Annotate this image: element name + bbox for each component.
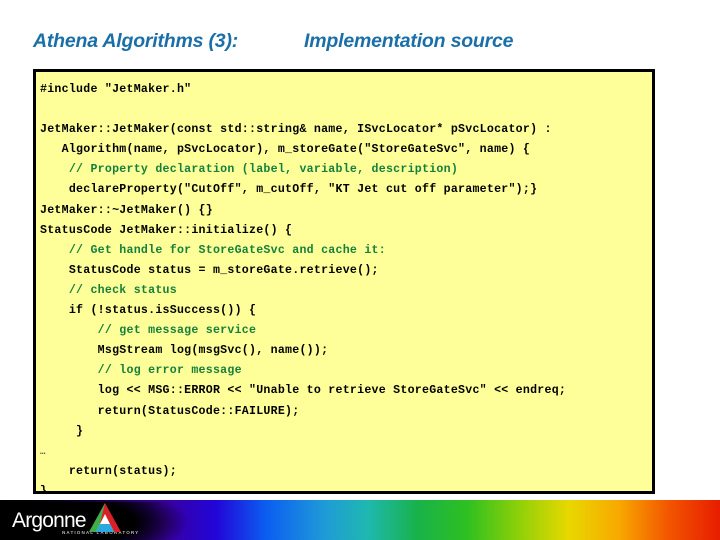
- code-line: log << MSG::ERROR << "Unable to retrieve…: [40, 384, 567, 398]
- footer-gradient-bar: Argonne NATIONAL LABORATORY: [0, 500, 720, 540]
- code-line: declareProperty("CutOff", m_cutOff, "KT …: [40, 183, 538, 197]
- code-line: MsgStream log(msgSvc(), name());: [40, 344, 329, 358]
- argonne-triangle-logo-icon: [89, 503, 121, 532]
- code-line: // check status: [40, 283, 177, 297]
- code-line: StatusCode JetMaker::initialize() {: [40, 223, 293, 237]
- title-main: Athena Algorithms (3):: [33, 30, 239, 52]
- code-line: // Property declaration (label, variable…: [40, 163, 459, 177]
- code-line: if (!status.isSuccess()) {: [40, 304, 257, 318]
- code-line: Algorithm(name, pSvcLocator), m_storeGat…: [40, 143, 531, 157]
- page-title: Athena Algorithms (3): Implementation sou…: [33, 30, 693, 56]
- code-line: // log error message: [40, 364, 242, 378]
- code-line: return(StatusCode::FAILURE);: [40, 404, 300, 418]
- code-block: #include "JetMaker.h" JetMaker::JetMaker…: [33, 69, 655, 494]
- code-line: }: [40, 484, 48, 494]
- code-line: JetMaker::~JetMaker() {}: [40, 203, 213, 217]
- code-line: return(status);: [40, 464, 177, 478]
- code-line: …: [40, 446, 46, 457]
- slide-canvas: Athena Algorithms (3): Implementation sou…: [0, 0, 720, 540]
- code-line: #include "JetMaker.h": [40, 83, 192, 96]
- code-line: }: [40, 424, 84, 438]
- code-line: // get message service: [40, 324, 257, 338]
- title-subtitle: Implementation source: [304, 30, 514, 52]
- code-line: // Get handle for StoreGateSvc and cache…: [40, 243, 386, 257]
- argonne-wordmark: Argonne: [12, 509, 87, 532]
- code-line: JetMaker::JetMaker(const std::string& na…: [40, 123, 552, 137]
- code-lines-container: #include "JetMaker.h" JetMaker::JetMaker…: [36, 72, 652, 494]
- code-line: StatusCode status = m_storeGate.retrieve…: [40, 263, 379, 277]
